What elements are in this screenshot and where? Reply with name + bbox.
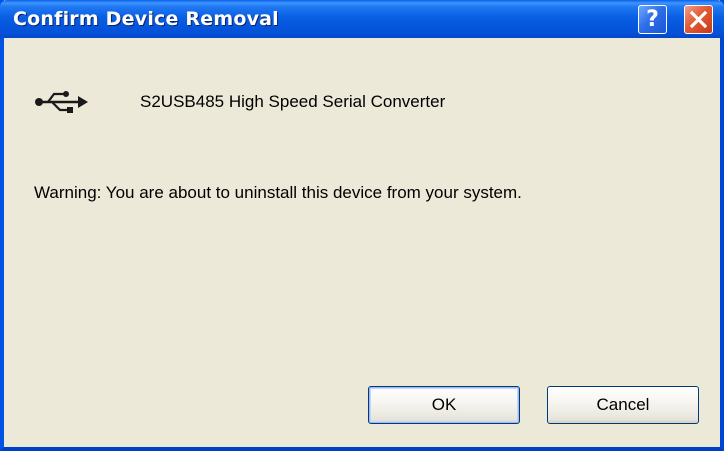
help-icon: ? xyxy=(646,6,659,32)
help-button[interactable]: ? xyxy=(638,5,667,34)
device-name: S2USB485 High Speed Serial Converter xyxy=(140,92,446,111)
close-icon xyxy=(689,10,708,29)
close-button[interactable] xyxy=(684,5,713,34)
cancel-button[interactable]: Cancel xyxy=(547,386,699,424)
title-bar[interactable]: Confirm Device Removal ? xyxy=(0,0,724,38)
usb-icon xyxy=(35,91,88,113)
window-title: Confirm Device Removal xyxy=(13,8,279,30)
confirm-device-removal-dialog: Confirm Device Removal ? S2USB485 High S… xyxy=(0,0,724,451)
ok-button[interactable]: OK xyxy=(368,386,520,424)
warning-message: Warning: You are about to uninstall this… xyxy=(34,183,522,202)
